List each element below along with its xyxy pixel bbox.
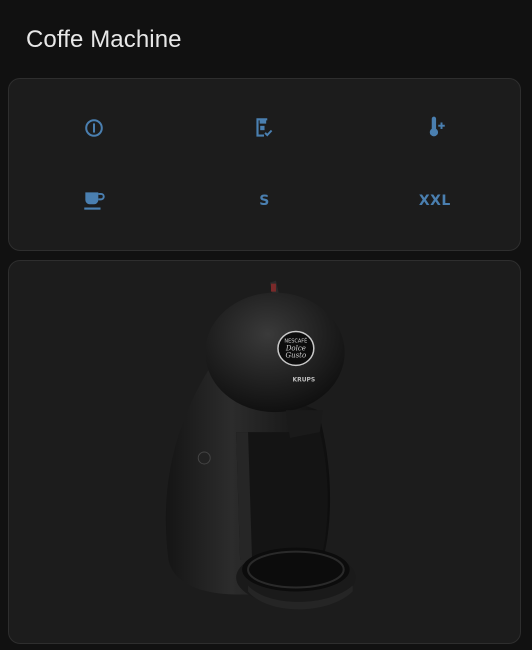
svg-text:Gusto: Gusto	[286, 351, 307, 359]
size-xxl-button[interactable]: XXL	[350, 165, 520, 239]
card-title: Coffe Machine	[26, 26, 182, 53]
descale-button[interactable]	[179, 91, 349, 165]
machine-image-card: NESCAFÉ Dolce Gusto KRUPS	[8, 260, 521, 644]
coffee-maker-check-icon	[256, 118, 273, 137]
controls-card: S XXL	[8, 78, 521, 251]
thermometer-plus-icon	[429, 116, 445, 137]
temperature-button[interactable]	[350, 91, 520, 165]
size-s-button[interactable]: S	[179, 165, 349, 239]
coffee-machine-image: NESCAFÉ Dolce Gusto KRUPS	[165, 280, 356, 610]
size-xxl-label: XXL	[418, 193, 451, 210]
power-button[interactable]	[9, 91, 179, 165]
power-icon	[85, 118, 103, 137]
brew-button[interactable]	[9, 165, 179, 239]
svg-text:KRUPS: KRUPS	[292, 376, 315, 383]
svg-text:NESCAFÉ: NESCAFÉ	[284, 336, 307, 344]
size-s-label: S	[259, 193, 270, 210]
coffee-cup-icon	[84, 192, 105, 210]
